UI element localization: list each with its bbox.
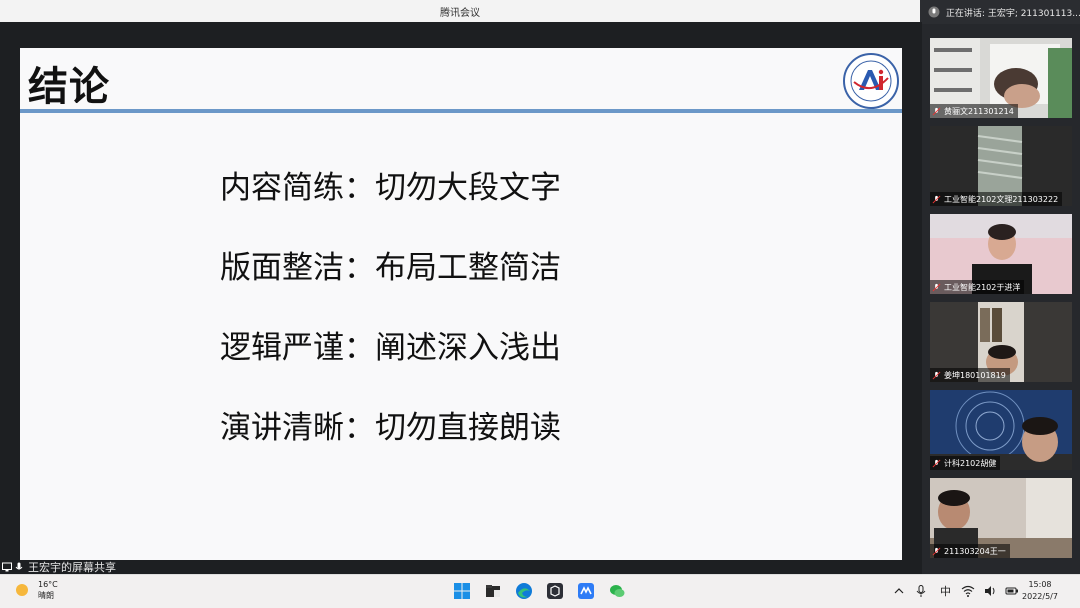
sun-icon bbox=[16, 584, 28, 596]
tencent-meeting-icon[interactable] bbox=[576, 581, 596, 601]
slide-bullet: 内容简练：切勿大段文字 bbox=[220, 170, 561, 206]
screen: 腾讯会议 正在讲话: 王宏宇; 211301113... 结论 内容简练：切勿大… bbox=[0, 0, 1080, 608]
participant-name: 211303204王一 bbox=[944, 546, 1006, 556]
participant-name: 工业智能2102文理211303222 bbox=[944, 194, 1059, 204]
app-icon[interactable] bbox=[545, 581, 565, 601]
participant-video-tile[interactable]: 工业智能2102于进洋 bbox=[930, 214, 1072, 294]
speaker-avatar-icon bbox=[928, 6, 940, 18]
file-explorer-icon[interactable] bbox=[483, 581, 503, 601]
participant-name: 姜坤180101819 bbox=[944, 370, 1006, 380]
system-tray: 中 bbox=[892, 583, 1027, 599]
participant-video-tile[interactable]: 工业智能2102文理211303222 bbox=[930, 126, 1072, 206]
participant-label: 工业智能2102于进洋 bbox=[930, 280, 1025, 294]
participant-label: 姜坤180101819 bbox=[930, 368, 1010, 382]
window-titlebar: 腾讯会议 bbox=[0, 0, 920, 23]
participant-video-tile[interactable]: 计科2102胡健 bbox=[930, 390, 1072, 470]
screen-share-icon bbox=[2, 562, 12, 572]
clock-time: 15:08 bbox=[1028, 580, 1052, 589]
volume-icon[interactable] bbox=[983, 584, 997, 598]
participant-video-tile[interactable]: 211303204王一 bbox=[930, 478, 1072, 558]
microphone-icon[interactable] bbox=[914, 584, 928, 598]
microphone-icon bbox=[15, 562, 23, 570]
slide-title: 结论 bbox=[28, 64, 110, 110]
wifi-icon[interactable] bbox=[961, 584, 975, 598]
windows-start-icon[interactable] bbox=[452, 581, 472, 601]
participant-video-tile[interactable]: 黄骊文211301214 bbox=[930, 38, 1072, 118]
mic-muted-icon bbox=[932, 371, 941, 379]
participant-label: 工业智能2102文理211303222 bbox=[930, 192, 1063, 206]
slide-bullet: 演讲清晰：切勿直接朗读 bbox=[220, 410, 561, 446]
wechat-icon[interactable] bbox=[607, 581, 627, 601]
mic-muted-icon bbox=[932, 283, 941, 291]
speaking-text: 正在讲话: 王宏宇; 211301113... bbox=[945, 8, 1080, 19]
participant-label: 211303204王一 bbox=[930, 544, 1010, 558]
clock-date: 2022/5/7 bbox=[1022, 592, 1058, 601]
mic-muted-icon bbox=[932, 459, 941, 467]
window-title: 腾讯会议 bbox=[440, 7, 480, 19]
chevron-up-icon[interactable] bbox=[892, 584, 906, 598]
mic-muted-icon bbox=[932, 107, 941, 115]
participant-name: 黄骊文211301214 bbox=[944, 106, 1014, 116]
participant-label: 黄骊文211301214 bbox=[930, 104, 1018, 118]
participant-video-tile[interactable]: 姜坤180101819 bbox=[930, 302, 1072, 382]
taskbar-apps bbox=[452, 581, 638, 601]
participant-name: 工业智能2102于进洋 bbox=[944, 282, 1021, 292]
system-clock[interactable]: 15:08 2022/5/7 bbox=[1012, 579, 1068, 603]
participants-panel: 黄骊文211301214 工业智能2102文理211303222 工业智能210… bbox=[922, 24, 1080, 574]
presentation-slide: 结论 内容简练：切勿大段文字 版面整洁：布局工整简洁 逻辑严谨：阐述深入浅出 演… bbox=[20, 48, 902, 568]
mic-muted-icon bbox=[932, 195, 941, 203]
screen-share-status: 王宏宇的屏幕共享 bbox=[0, 560, 922, 574]
mic-muted-icon bbox=[932, 547, 941, 555]
participant-name: 计科2102胡健 bbox=[944, 458, 997, 468]
screen-share-owner: 王宏宇的屏幕共享 bbox=[28, 561, 116, 574]
participant-label: 计科2102胡健 bbox=[930, 456, 1001, 470]
speaking-indicator: 正在讲话: 王宏宇; 211301113... bbox=[920, 0, 1080, 24]
university-logo-icon bbox=[843, 53, 899, 109]
windows-taskbar: 16°C 晴朗 中 15:08 2022/5/7 bbox=[0, 574, 1080, 608]
slide-title-rule bbox=[20, 109, 902, 113]
slide-bullet: 逻辑严谨：阐述深入浅出 bbox=[220, 330, 561, 366]
weather-temperature: 16°C bbox=[38, 580, 58, 589]
slide-bullet-list: 内容简练：切勿大段文字 版面整洁：布局工整简洁 逻辑严谨：阐述深入浅出 演讲清晰… bbox=[220, 168, 561, 488]
weather-description: 晴朗 bbox=[38, 591, 54, 600]
input-method-indicator[interactable]: 中 bbox=[940, 583, 951, 599]
weather-widget[interactable]: 16°C 晴朗 bbox=[14, 579, 58, 601]
slide-bullet: 版面整洁：布局工整简洁 bbox=[220, 250, 561, 286]
edge-browser-icon[interactable] bbox=[514, 581, 534, 601]
screen-share-area[interactable]: 结论 内容简练：切勿大段文字 版面整洁：布局工整简洁 逻辑严谨：阐述深入浅出 演… bbox=[0, 22, 922, 568]
